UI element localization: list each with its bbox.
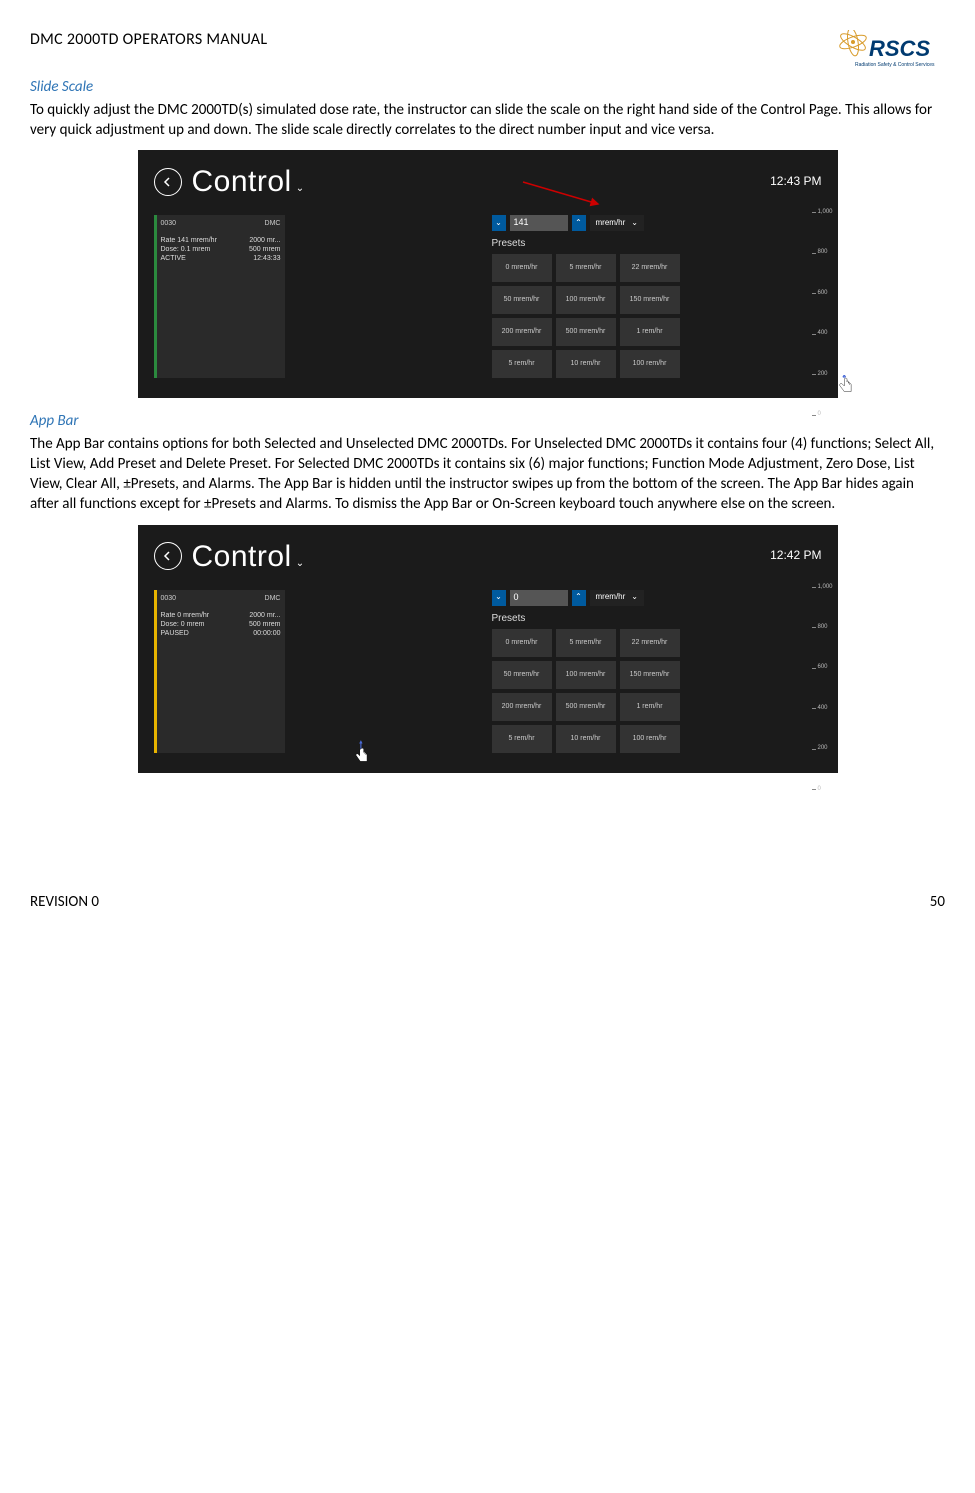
preset-button[interactable]: 100 rem/hr — [620, 725, 680, 753]
preset-button[interactable]: 1 rem/hr — [620, 318, 680, 346]
preset-button[interactable]: 22 mrem/hr — [620, 629, 680, 657]
preset-button[interactable]: 200 mrem/hr — [492, 318, 552, 346]
hand-swipe-icon — [348, 739, 376, 767]
preset-button[interactable]: 100 mrem/hr — [556, 286, 616, 314]
page-title: Control⌄ — [192, 537, 305, 576]
section-title-slide-scale: Slide Scale — [30, 78, 945, 98]
preset-button[interactable]: 10 rem/hr — [556, 725, 616, 753]
unit-select[interactable]: mrem/hr⌄ — [590, 590, 644, 606]
section-title-app-bar: App Bar — [30, 412, 945, 432]
preset-button[interactable]: 200 mrem/hr — [492, 693, 552, 721]
preset-button[interactable]: 50 mrem/hr — [492, 661, 552, 689]
chevron-down-icon[interactable]: ⌄ — [296, 183, 305, 194]
preset-button[interactable]: 10 rem/hr — [556, 350, 616, 378]
revision-label: REVISION 0 — [30, 893, 99, 913]
logo-sub: Radiation Safety & Control Services — [855, 62, 935, 68]
rate-up-button[interactable]: ⌃ — [572, 215, 586, 231]
device-tile[interactable]: 0030DMC Rate 0 mrem/hr2000 mr... Dose: 0… — [154, 590, 285, 753]
device-tile[interactable]: 0030DMC Rate 141 mrem/hr2000 mr... Dose:… — [154, 215, 285, 378]
chevron-down-icon[interactable]: ⌄ — [296, 558, 305, 569]
page-title: Control⌄ — [192, 162, 305, 201]
preset-grid: 0 mrem/hr 5 mrem/hr 22 mrem/hr 50 mrem/h… — [492, 254, 822, 378]
preset-button[interactable]: 1 rem/hr — [620, 693, 680, 721]
hand-pointer-icon — [836, 375, 858, 397]
preset-button[interactable]: 0 mrem/hr — [492, 629, 552, 657]
preset-button[interactable]: 0 mrem/hr — [492, 254, 552, 282]
slide-scale[interactable]: 1,000 800 600 400 200 0 — [812, 584, 852, 794]
rate-input[interactable]: 141 — [510, 215, 568, 231]
rate-down-button[interactable]: ⌄ — [492, 215, 506, 231]
preset-button[interactable]: 5 mrem/hr — [556, 629, 616, 657]
preset-button[interactable]: 100 mrem/hr — [556, 661, 616, 689]
app-bar-body: The App Bar contains options for both Se… — [30, 434, 945, 515]
back-icon[interactable] — [154, 542, 182, 570]
unit-select[interactable]: mrem/hr⌄ — [590, 215, 644, 231]
preset-button[interactable]: 100 rem/hr — [620, 350, 680, 378]
rate-up-button[interactable]: ⌃ — [572, 590, 586, 606]
preset-button[interactable]: 150 mrem/hr — [620, 286, 680, 314]
preset-button[interactable]: 5 rem/hr — [492, 725, 552, 753]
logo-text: RSCS — [869, 36, 930, 61]
preset-button[interactable]: 50 mrem/hr — [492, 286, 552, 314]
presets-label: Presets — [492, 237, 822, 250]
doc-title: DMC 2000TD OPERATORS MANUAL — [30, 30, 267, 51]
preset-button[interactable]: 22 mrem/hr — [620, 254, 680, 282]
page-number: 50 — [930, 893, 945, 913]
screenshot-slide-scale: Control⌄ 12:43 PM 0030DMC Rate 141 mrem/… — [138, 150, 838, 398]
preset-button[interactable]: 5 rem/hr — [492, 350, 552, 378]
preset-button[interactable]: 5 mrem/hr — [556, 254, 616, 282]
preset-grid: 0 mrem/hr 5 mrem/hr 22 mrem/hr 50 mrem/h… — [492, 629, 822, 753]
back-icon[interactable] — [154, 168, 182, 196]
presets-label: Presets — [492, 612, 822, 625]
preset-button[interactable]: 150 mrem/hr — [620, 661, 680, 689]
red-arrow-icon — [518, 180, 608, 210]
preset-button[interactable]: 500 mrem/hr — [556, 318, 616, 346]
rate-input[interactable]: 0 — [510, 590, 568, 606]
slide-scale-body: To quickly adjust the DMC 2000TD(s) simu… — [30, 100, 945, 141]
preset-button[interactable]: 500 mrem/hr — [556, 693, 616, 721]
clock: 12:42 PM — [770, 548, 821, 564]
clock: 12:43 PM — [770, 174, 821, 190]
logo: RSCS Radiation Safety & Control Services — [835, 30, 945, 72]
rate-down-button[interactable]: ⌄ — [492, 590, 506, 606]
screenshot-app-bar: Control⌄ 12:42 PM 0030DMC Rate 0 mrem/hr… — [138, 525, 838, 773]
